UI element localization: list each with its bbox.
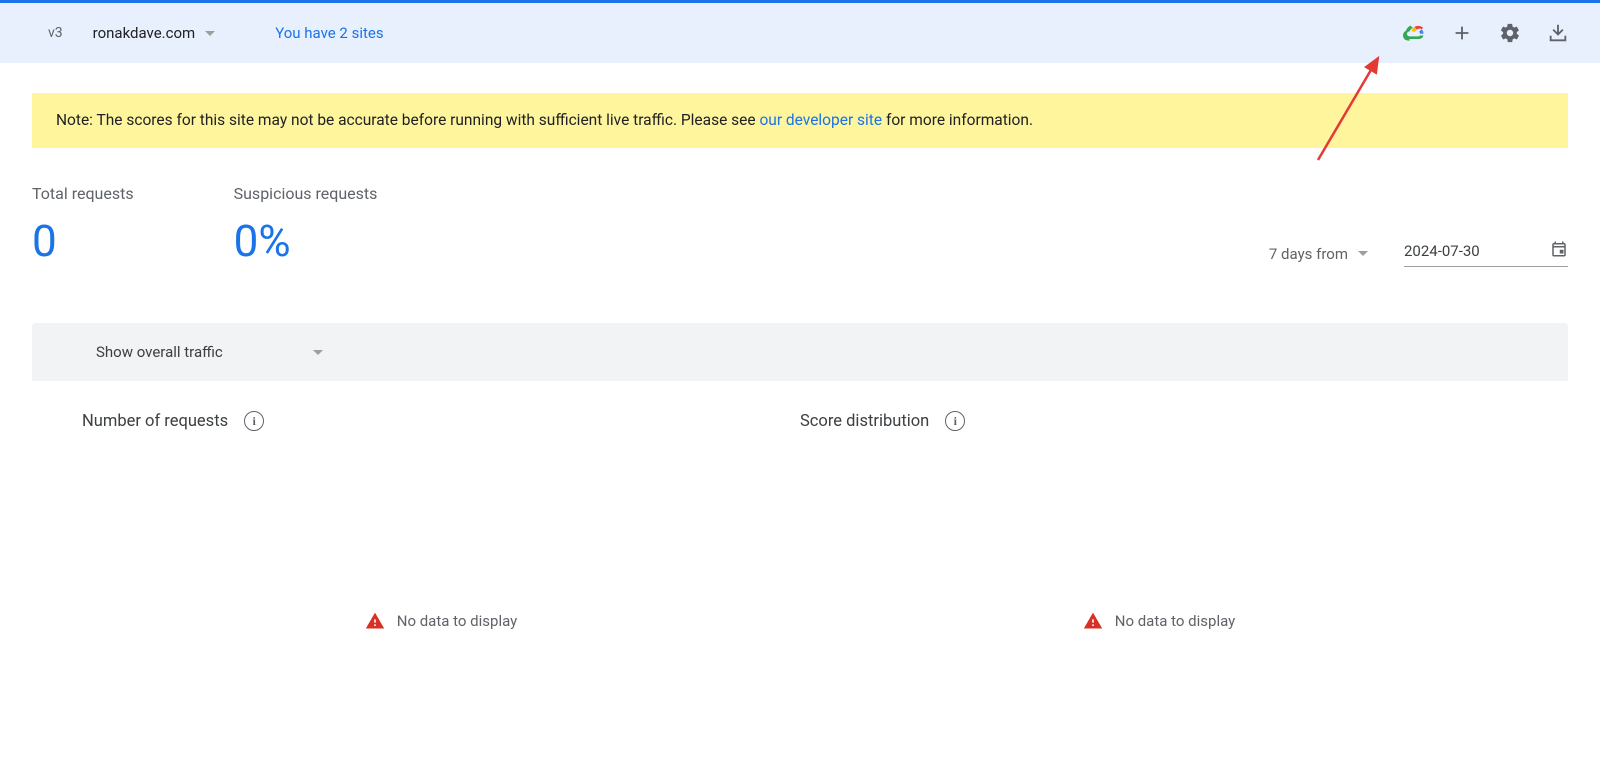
traffic-selector[interactable]: Show overall traffic xyxy=(96,343,323,361)
range-label: 7 days from xyxy=(1269,245,1348,263)
download-icon[interactable] xyxy=(1546,21,1570,45)
no-data-text: No data to display xyxy=(1115,612,1235,630)
main-content: Note: The scores for this site may not b… xyxy=(0,63,1600,761)
total-requests-label: Total requests xyxy=(32,184,134,203)
site-selector[interactable]: ronakdave.com xyxy=(93,24,216,42)
charts-area: Number of requests i No data to display … xyxy=(32,381,1568,761)
stats-row: Total requests 0 Suspicious requests 0% … xyxy=(32,184,1568,267)
version-label: v3 xyxy=(48,25,63,41)
chart-number-requests: Number of requests i No data to display xyxy=(82,411,800,761)
note-text-after: for more information. xyxy=(882,111,1033,129)
no-data-message: No data to display xyxy=(800,611,1518,631)
chevron-down-icon xyxy=(1358,251,1368,256)
note-banner: Note: The scores for this site may not b… xyxy=(32,93,1568,148)
date-input[interactable] xyxy=(1404,242,1534,260)
date-input-wrapper[interactable] xyxy=(1404,240,1568,267)
chart-title: Score distribution xyxy=(800,412,929,431)
suspicious-requests-stat: Suspicious requests 0% xyxy=(234,184,378,267)
chart-title-row: Number of requests i xyxy=(82,411,800,431)
no-data-text: No data to display xyxy=(397,612,517,630)
site-name: ronakdave.com xyxy=(93,24,196,42)
chart-title-row: Score distribution i xyxy=(800,411,1518,431)
header-right xyxy=(1402,21,1570,45)
traffic-header: Show overall traffic xyxy=(32,323,1568,381)
sites-count-link[interactable]: You have 2 sites xyxy=(275,24,383,42)
info-icon[interactable]: i xyxy=(945,411,965,431)
total-requests-value: 0 xyxy=(32,215,134,267)
total-requests-stat: Total requests 0 xyxy=(32,184,134,267)
suspicious-requests-label: Suspicious requests xyxy=(234,184,378,203)
chevron-down-icon xyxy=(205,31,215,36)
date-controls: 7 days from xyxy=(1269,240,1568,267)
header-bar: v3 ronakdave.com You have 2 sites xyxy=(0,3,1600,63)
suspicious-requests-value: 0% xyxy=(234,215,378,267)
chart-title: Number of requests xyxy=(82,412,228,431)
developer-site-link[interactable]: our developer site xyxy=(759,111,882,129)
stats-left: Total requests 0 Suspicious requests 0% xyxy=(32,184,377,267)
chevron-down-icon xyxy=(313,350,323,355)
info-icon[interactable]: i xyxy=(244,411,264,431)
traffic-selector-label: Show overall traffic xyxy=(96,343,223,361)
google-cloud-icon[interactable] xyxy=(1402,21,1426,45)
no-data-message: No data to display xyxy=(82,611,800,631)
chart-score-distribution: Score distribution i No data to display xyxy=(800,411,1518,761)
note-prefix: Note: xyxy=(56,111,93,129)
header-left: v3 ronakdave.com You have 2 sites xyxy=(48,24,384,42)
note-text-before: The scores for this site may not be accu… xyxy=(93,111,759,129)
gear-icon[interactable] xyxy=(1498,21,1522,45)
warning-icon xyxy=(1083,611,1103,631)
calendar-icon[interactable] xyxy=(1550,240,1568,262)
traffic-panel: Show overall traffic Number of requests … xyxy=(32,323,1568,761)
range-selector[interactable]: 7 days from xyxy=(1269,245,1368,263)
plus-icon[interactable] xyxy=(1450,21,1474,45)
warning-icon xyxy=(365,611,385,631)
